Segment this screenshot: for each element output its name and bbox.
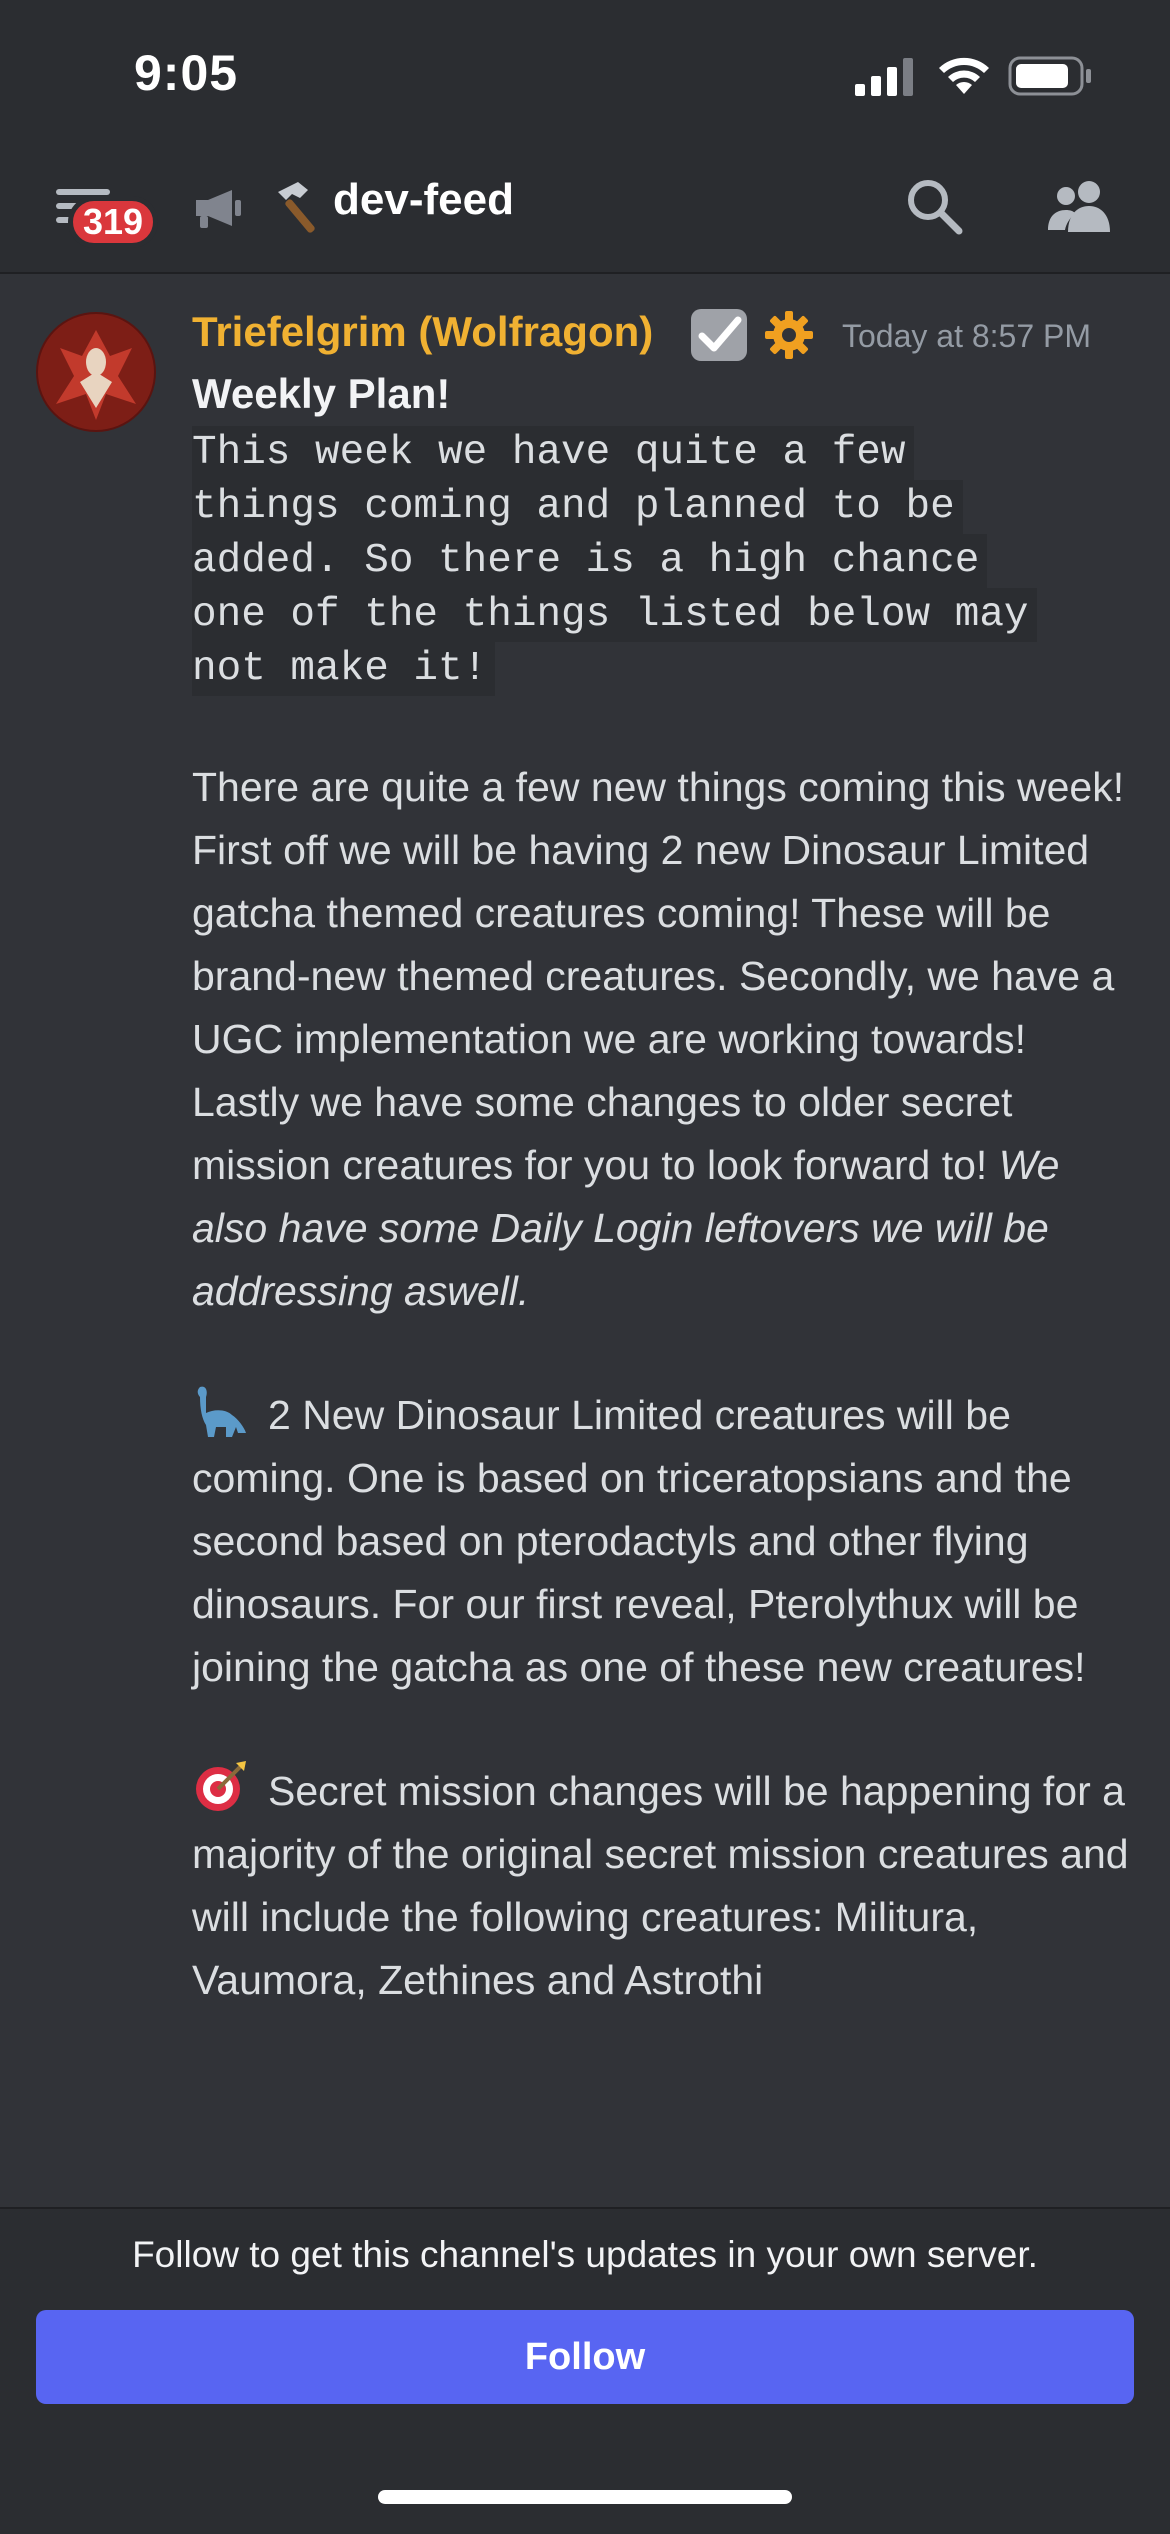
message-feed[interactable]: Triefelgrim (Wolfragon) Today at 8:57 PM…	[0, 272, 1170, 2207]
message-title: Weekly Plan!	[192, 370, 451, 417]
sauropod-emoji-icon	[197, 1386, 246, 1437]
search-icon[interactable]	[904, 176, 964, 236]
intro-text: There are quite a few new things coming …	[192, 764, 1125, 1188]
message-timestamp: Today at 8:57 PM	[842, 318, 1092, 354]
status-time: 9:05	[134, 45, 239, 101]
gear-emoji-icon	[765, 311, 813, 359]
message-body: Weekly Plan! This week we have quite a f…	[192, 370, 1142, 2012]
members-icon[interactable]	[1046, 178, 1114, 234]
channel-header	[0, 150, 1170, 274]
dinosaur-text: 2 New Dinosaur Limited creatures will be…	[192, 1392, 1086, 1690]
code-line: This week we have quite a few	[192, 426, 914, 480]
author-avatar[interactable]	[36, 312, 156, 432]
battery-icon	[1008, 56, 1091, 96]
follow-button[interactable]: Follow	[36, 2310, 1134, 2404]
cellular-signal-icon	[855, 58, 913, 96]
secret-mission-text: Secret mission changes will be happening…	[192, 1768, 1129, 2003]
code-line: things coming and planned to be	[192, 480, 963, 534]
secret-mission-paragraph: Secret mission changes will be happening…	[192, 1759, 1142, 2012]
direct-hit-emoji-icon	[196, 1761, 246, 1811]
channel-name: dev-feed	[333, 175, 514, 224]
code-line: not make it!	[192, 642, 496, 696]
dinosaur-paragraph: 2 New Dinosaur Limited creatures will be…	[192, 1383, 1142, 1699]
home-indicator[interactable]	[378, 2490, 792, 2504]
code-line: added. So there is a high chance	[192, 534, 988, 588]
announcement-channel-icon	[196, 190, 241, 228]
follow-prompt: Follow to get this channel's updates in …	[132, 2234, 1038, 2275]
hammer-icon	[278, 182, 315, 233]
checkbox-emoji-icon	[691, 309, 747, 361]
unread-badge: 319	[68, 196, 159, 248]
wifi-icon	[939, 57, 989, 94]
code-line: one of the things listed below may	[192, 588, 1037, 642]
message-author[interactable]: Triefelgrim (Wolfragon)	[192, 308, 653, 356]
intro-paragraph: There are quite a few new things coming …	[192, 756, 1142, 1323]
code-block: This week we have quite a few things com…	[192, 426, 1142, 696]
